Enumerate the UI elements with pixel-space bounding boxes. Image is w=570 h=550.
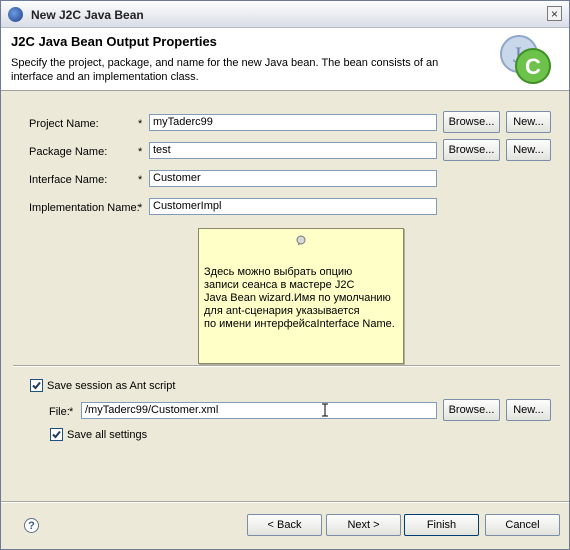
svg-text:C: C: [525, 54, 541, 79]
help-icon: ?: [28, 520, 35, 532]
package-name-field[interactable]: test: [149, 142, 437, 159]
implementation-name-field[interactable]: CustomerImpl: [149, 198, 437, 215]
package-browse-button[interactable]: Browse...: [443, 139, 500, 161]
implementation-name-label: Implementation Name:: [29, 202, 140, 214]
finish-button[interactable]: Finish: [404, 514, 479, 536]
file-browse-button[interactable]: Browse...: [443, 399, 500, 421]
annotation-line: по имени интерфейсаInterface Name.: [204, 318, 395, 330]
package-required-marker: *: [138, 146, 143, 158]
back-button[interactable]: < Back: [247, 514, 322, 536]
window-title: New J2C Java Bean: [31, 8, 144, 22]
checkmark-icon: [52, 430, 61, 439]
file-new-button[interactable]: New...: [506, 399, 551, 421]
checkmark-icon: [32, 381, 41, 390]
package-name-label: Package Name:: [29, 146, 108, 158]
file-label: File:: [49, 406, 70, 418]
dialog-window: New J2C Java Bean × J2C Java Bean Output…: [0, 0, 570, 550]
project-name-field[interactable]: myTaderc99: [149, 114, 437, 131]
close-button[interactable]: ×: [547, 6, 562, 21]
interface-required-marker: *: [138, 174, 143, 186]
next-button[interactable]: Next >: [326, 514, 401, 536]
title-bar[interactable]: New J2C Java Bean ×: [1, 1, 569, 28]
file-path-field[interactable]: /myTaderc99/Customer.xml: [81, 402, 437, 419]
page-title: J2C Java Bean Output Properties: [11, 34, 217, 49]
close-icon: ×: [550, 7, 558, 21]
help-button[interactable]: ?: [24, 518, 39, 533]
file-required-marker: *: [69, 406, 74, 418]
project-new-button[interactable]: New...: [506, 111, 551, 133]
save-all-settings-checkbox[interactable]: [50, 428, 63, 441]
page-description: Specify the project, package, and name f…: [11, 57, 439, 83]
j2c-logo-icon: J C: [500, 35, 551, 84]
wizard-header: J2C Java Bean Output Properties Specify …: [1, 28, 569, 91]
annotation-note: Здесь можно выбрать опцию записи сеанса …: [198, 228, 404, 364]
project-browse-button[interactable]: Browse...: [443, 111, 500, 133]
annotation-line: Здесь можно выбрать опцию: [204, 266, 353, 278]
interface-name-label: Interface Name:: [29, 174, 108, 186]
save-ant-checkbox[interactable]: [30, 379, 43, 392]
project-name-label: Project Name:: [29, 118, 99, 130]
eclipse-icon: [8, 7, 23, 22]
implementation-required-marker: *: [138, 202, 143, 214]
package-new-button[interactable]: New...: [506, 139, 551, 161]
save-all-settings-label[interactable]: Save all settings: [67, 429, 147, 441]
comment-icon: [296, 235, 306, 246]
annotation-line: для ant-сценария указывается: [204, 305, 360, 317]
annotation-line: Java Bean wizard.Имя по умолчанию: [204, 292, 391, 304]
cancel-button[interactable]: Cancel: [485, 514, 560, 536]
save-ant-label[interactable]: Save session as Ant script: [47, 380, 175, 392]
interface-name-field[interactable]: Customer: [149, 170, 437, 187]
footer-separator: [1, 501, 569, 503]
section-separator: [13, 365, 560, 367]
text-cursor-icon: [322, 403, 328, 417]
project-required-marker: *: [138, 118, 143, 130]
annotation-line: записи сеанса в мастере J2C: [204, 279, 355, 291]
annotation-text: Здесь можно выбрать опцию записи сеанса …: [204, 266, 404, 331]
